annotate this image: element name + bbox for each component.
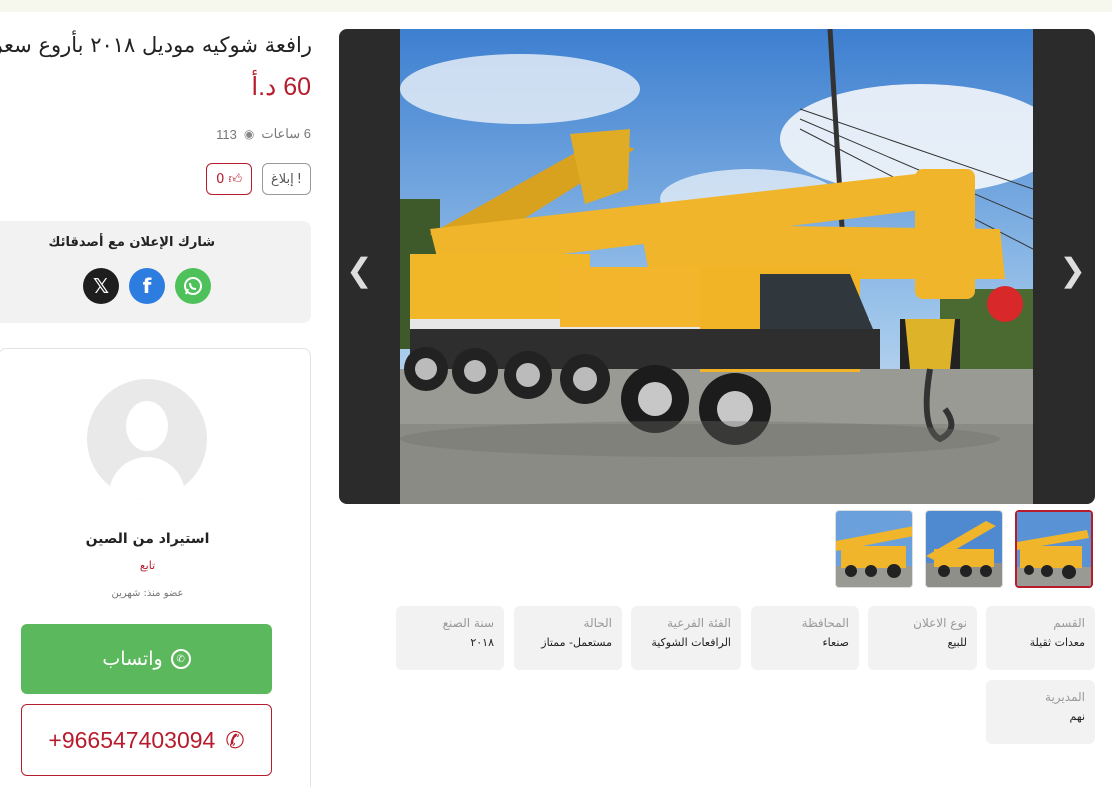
spec-value: معدات ثقيلة [1029, 636, 1085, 649]
phone-icon: ✆ [225, 726, 245, 753]
seller-since: عضو منذ: شهرين [111, 588, 184, 599]
listing-time: 6 ساعات [261, 126, 311, 141]
spec-label: الفئة الفرعية [667, 616, 731, 630]
chevron-left-icon[interactable]: ❮ [346, 254, 373, 286]
spec-value: صنعاء [822, 636, 850, 649]
listing-actions: ! إبلاغ 👍︎ 0 [206, 163, 311, 195]
thumbnail-image [926, 511, 1002, 587]
spec-label: نوع الاعلان [913, 616, 967, 630]
seller-name[interactable]: استيراد من الصين [0, 531, 295, 547]
thumbnail-image [1017, 512, 1091, 586]
spec-district: المديرية نهم [986, 680, 1095, 744]
top-bar [0, 0, 1112, 12]
spec-label: المديرية [1045, 690, 1085, 704]
thumbnail-strip [835, 510, 1093, 588]
avatar-head [126, 401, 168, 451]
crane-photo [400, 29, 1033, 504]
whatsapp-button[interactable]: ✆ واتساب [21, 624, 272, 694]
spec-governorate: المحافظة صنعاء [751, 606, 859, 670]
spec-value: للبيع [947, 636, 968, 649]
alert-icon: ! [296, 171, 302, 187]
whatsapp-icon [184, 277, 202, 295]
phone-number: +966547403094 [48, 726, 216, 753]
x-share-button[interactable]: 𝕏 [83, 268, 119, 304]
listing-views: 113 [216, 126, 237, 142]
chevron-right-icon[interactable]: ❯ [1059, 254, 1086, 286]
listing-meta: 6 ساعات ◉ 113 [216, 126, 311, 142]
seller-type: تابع [139, 559, 156, 572]
spec-year: سنة الصنع ٢٠١٨ [396, 606, 504, 670]
whatsapp-label: واتساب [102, 648, 163, 670]
spec-value: الرافعات الشوكية [651, 636, 731, 649]
spec-label: الحالة [583, 616, 612, 630]
share-panel: شارك الإعلان مع أصدقائك f 𝕏 [0, 221, 311, 323]
eye-icon: ◉ [243, 127, 255, 141]
spec-value: نهم [1069, 710, 1085, 723]
spec-ad-type: نوع الاعلان للبيع [868, 606, 977, 670]
spec-value: ٢٠١٨ [470, 636, 494, 649]
x-icon: 𝕏 [92, 274, 110, 298]
thumbnail-image [836, 511, 912, 587]
spec-label: القسم [1053, 616, 1085, 630]
avatar-body [109, 457, 185, 499]
main-photo[interactable] [400, 29, 1033, 504]
share-title: شارك الإعلان مع أصدقائك [48, 235, 215, 250]
spec-label: سنة الصنع [442, 616, 494, 630]
spec-condition: الحالة مستعمل- ممتاز [514, 606, 622, 670]
thumbnail[interactable] [925, 510, 1003, 588]
report-label: إبلاغ [271, 171, 294, 187]
whatsapp-share-button[interactable] [175, 268, 211, 304]
image-gallery: ❮ ❯ [339, 29, 1095, 504]
spec-subcategory: الفئة الفرعية الرافعات الشوكية [631, 606, 741, 670]
listing-title-text: رافعة شوكيه موديل ٢٠١٨ بأروع سعر [0, 33, 312, 57]
phone-button[interactable]: +966547403094 ✆ [21, 704, 272, 776]
thumbs-up-icon: 👍︎ [228, 171, 243, 187]
facebook-share-button[interactable]: f [129, 268, 165, 304]
whatsapp-icon: ✆ [170, 649, 191, 669]
facebook-icon: f [142, 274, 152, 298]
spec-category: القسم معدات ثقيلة [986, 606, 1095, 670]
like-button[interactable]: 👍︎ 0 [206, 163, 253, 195]
thumbnail-active[interactable] [1015, 510, 1093, 588]
thumbnail[interactable] [835, 510, 913, 588]
avatar [87, 379, 207, 499]
listing-title: رافعة شوكيه موديل ٢٠١٨ بأروع سعر ↻ [0, 33, 312, 57]
spec-value: مستعمل- ممتاز [541, 636, 612, 649]
report-button[interactable]: ! إبلاغ [262, 163, 311, 195]
spec-label: المحافظة [801, 616, 849, 630]
like-count: 0 [216, 171, 225, 187]
listing-price: 60 د.أ [251, 73, 311, 101]
